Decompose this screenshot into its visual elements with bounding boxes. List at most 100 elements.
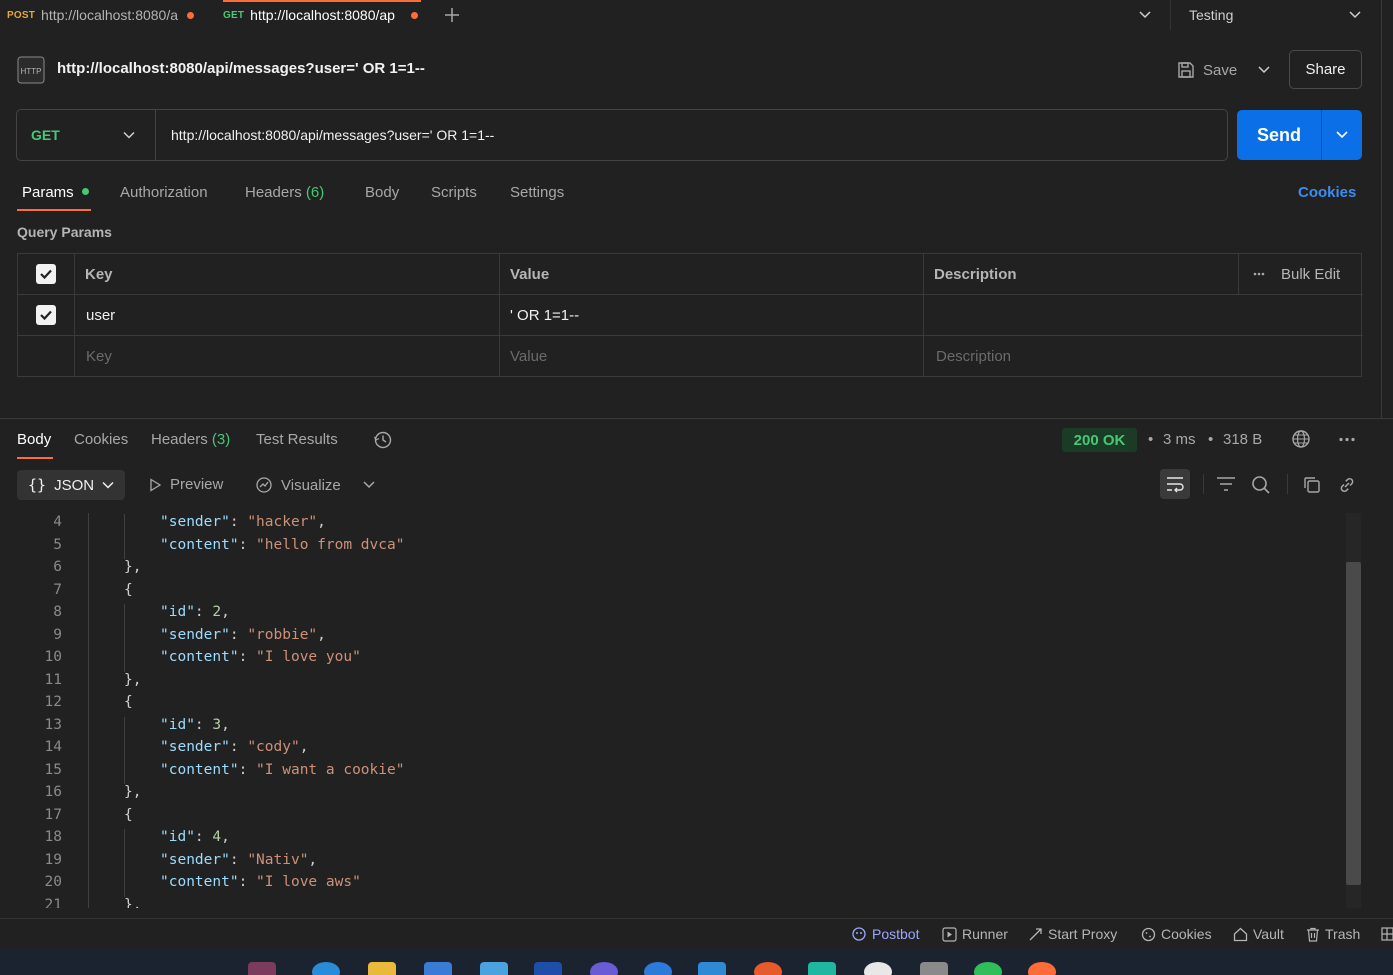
line-number: 19 <box>44 851 62 868</box>
bulk-edit-button[interactable]: Bulk Edit <box>1239 254 1363 295</box>
taskbar-vscode-icon[interactable] <box>698 962 726 975</box>
tab-body[interactable]: Body <box>365 184 399 201</box>
environment-selector[interactable]: Testing <box>1170 0 1370 30</box>
url-input[interactable]: http://localhost:8080/api/messages?user=… <box>156 127 494 143</box>
response-tab-cookies[interactable]: Cookies <box>74 431 128 448</box>
code-text: "content": "hello from dvca" <box>160 536 405 553</box>
code-line: 12 { <box>0 694 1340 717</box>
request-tab-get[interactable]: GET http://localhost:8080/ap <box>223 0 421 30</box>
save-disk-icon <box>1178 62 1194 78</box>
search-icon[interactable] <box>1251 475 1271 495</box>
wrap-lines-button[interactable] <box>1160 469 1190 499</box>
globe-icon[interactable] <box>1291 429 1311 449</box>
response-size[interactable]: 318 B <box>1223 431 1262 448</box>
taskbar-app-icon[interactable] <box>754 962 782 975</box>
response-body-editor[interactable]: 4 "sender": "hacker", 5 "content": "hello f… <box>0 513 1360 908</box>
new-param-key-input[interactable]: Key <box>75 336 500 377</box>
response-time[interactable]: 3 ms <box>1163 431 1196 448</box>
param-key-input[interactable]: user <box>75 295 500 336</box>
taskbar-app-icon[interactable] <box>808 962 836 975</box>
new-param-value-input[interactable]: Value <box>500 336 924 377</box>
layout-toggle-icon[interactable] <box>1381 927 1393 941</box>
code-text: "sender": "robbie", <box>160 626 326 643</box>
indent-guide <box>124 761 125 784</box>
save-button[interactable]: Save <box>1177 58 1237 82</box>
taskbar-app-icon[interactable] <box>534 962 562 975</box>
response-tab-headers[interactable]: Headers (3) <box>151 431 230 448</box>
cookies-link[interactable]: Cookies <box>1298 184 1356 201</box>
link-icon[interactable] <box>1337 475 1357 495</box>
tab-authorization[interactable]: Authorization <box>120 184 208 201</box>
runner-label: Runner <box>962 926 1008 942</box>
method-select[interactable]: GET <box>17 110 156 160</box>
line-number: 13 <box>44 716 62 733</box>
empty-row-checkbox-cell <box>18 336 75 377</box>
postbot-button[interactable]: Postbot <box>851 926 919 942</box>
code-text: "sender": "cody", <box>160 739 309 755</box>
request-tab-post[interactable]: POST http://localhost:8080/a <box>7 0 207 30</box>
param-value-input[interactable]: ' OR 1=1-- <box>500 295 924 336</box>
cookies-button[interactable]: Cookies <box>1141 926 1212 942</box>
tab-scripts[interactable]: Scripts <box>431 184 477 201</box>
trash-button[interactable]: Trash <box>1306 926 1360 942</box>
code-line: 18 "id": 4, <box>0 829 1340 852</box>
code-text: "id": 3, <box>160 716 230 733</box>
param-row-checkbox[interactable] <box>18 295 75 336</box>
response-format-select[interactable]: {} JSON <box>17 470 125 500</box>
os-taskbar <box>0 950 1393 975</box>
tab-params[interactable]: Params <box>22 184 89 201</box>
taskbar-app-icon[interactable] <box>590 962 618 975</box>
taskbar-whatsapp-icon[interactable] <box>974 962 1002 975</box>
send-options-button[interactable] <box>1322 110 1362 160</box>
history-icon[interactable] <box>373 430 393 450</box>
environment-chevron-icon[interactable] <box>1348 8 1362 22</box>
visualize-chevron-icon[interactable] <box>362 478 376 492</box>
preview-button[interactable]: Preview <box>148 476 223 493</box>
column-header-description: Description <box>924 254 1239 295</box>
line-number: 8 <box>53 604 62 620</box>
tab-headers[interactable]: Headers (6) <box>245 184 324 201</box>
editor-scrollbar-thumb[interactable] <box>1346 562 1361 885</box>
taskbar-app-icon[interactable] <box>920 962 948 975</box>
select-all-checkbox[interactable] <box>18 254 75 295</box>
start-proxy-label: Start Proxy <box>1048 926 1118 942</box>
response-tab-test-results[interactable]: Test Results <box>256 431 338 448</box>
taskbar-store-icon[interactable] <box>424 962 452 975</box>
param-description-input[interactable] <box>924 295 1363 336</box>
taskbar-browser-icon[interactable] <box>312 962 340 975</box>
tabs-dropdown-chevron-icon[interactable] <box>1138 8 1152 22</box>
taskbar-app-icon[interactable] <box>864 962 892 975</box>
vault-button[interactable]: Vault <box>1233 926 1284 942</box>
request-response-divider[interactable] <box>0 418 1393 419</box>
indent-guide <box>124 626 125 649</box>
wrap-lines-icon <box>1167 477 1184 493</box>
tab-settings[interactable]: Settings <box>510 184 564 201</box>
code-line: 19 "sender": "Nativ", <box>0 851 1340 874</box>
taskbar-app-icon[interactable] <box>480 962 508 975</box>
taskbar-postman-icon[interactable] <box>1028 962 1056 975</box>
request-title[interactable]: http://localhost:8080/api/messages?user=… <box>57 60 425 77</box>
new-param-description-input[interactable]: Description <box>924 336 1363 377</box>
line-number: 5 <box>53 536 62 553</box>
copy-icon[interactable] <box>1302 475 1322 495</box>
code-line: 20 "content": "I love aws" <box>0 874 1340 897</box>
code-text: }, <box>124 671 142 688</box>
taskbar-folder-icon[interactable] <box>368 962 396 975</box>
more-options-icon[interactable] <box>1338 437 1356 442</box>
start-proxy-button[interactable]: Start Proxy <box>1028 926 1117 942</box>
filter-icon[interactable] <box>1216 476 1236 492</box>
code-text: "content": "I love you" <box>160 649 361 665</box>
send-button[interactable]: Send <box>1237 110 1322 160</box>
runner-button[interactable]: Runner <box>942 926 1008 942</box>
taskbar-app-icon[interactable] <box>644 962 672 975</box>
toolbar-divider <box>1287 474 1288 494</box>
response-tab-body[interactable]: Body <box>17 431 51 448</box>
share-button[interactable]: Share <box>1289 50 1362 89</box>
taskbar-app-icon[interactable] <box>248 962 276 975</box>
status-badge[interactable]: 200 OK <box>1062 428 1137 452</box>
send-button-group: Send <box>1237 110 1362 160</box>
new-tab-plus-icon[interactable] <box>443 6 461 24</box>
meta-separator: • <box>1208 431 1214 448</box>
visualize-button[interactable]: Visualize <box>255 476 341 494</box>
save-options-chevron-icon[interactable] <box>1257 63 1271 77</box>
